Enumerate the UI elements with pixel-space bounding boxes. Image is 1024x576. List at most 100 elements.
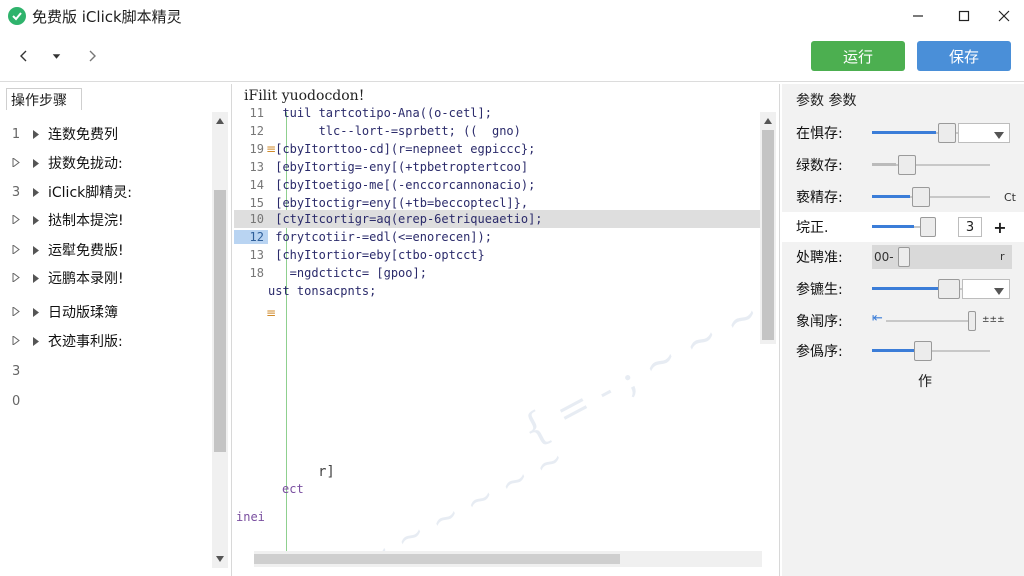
expand-arrow-icon[interactable] — [32, 307, 46, 317]
code-line[interactable]: ust tonsacpnts; — [234, 282, 760, 300]
line-number: 19 — [249, 142, 264, 156]
param-slider[interactable] — [872, 153, 1012, 177]
code-line[interactable]: 12 tlc--lort-=sprbett; (( gno) — [234, 122, 760, 140]
param-row: 亵精存: Ct — [782, 182, 1024, 212]
expand-arrow-icon[interactable] — [32, 158, 46, 168]
code-text: [cbyItorttoo-cd](r=nepneet egpiccc}; — [268, 142, 536, 156]
parameters-panel-title: 参数 参数 — [796, 93, 857, 109]
code-text: ust tonsacpnts; — [268, 284, 377, 298]
line-number: 13 — [249, 160, 264, 174]
param-slider[interactable] — [872, 339, 1012, 363]
maximize-button[interactable] — [944, 0, 984, 32]
slider-thumb[interactable] — [912, 187, 930, 207]
line-number: 12 — [234, 230, 268, 244]
code-line-highlighted[interactable]: 10 [ctyItcortigr=aq(erep-6etriqueaetio]; — [234, 210, 760, 228]
slider-thumb[interactable] — [938, 123, 956, 143]
param-suffix: r — [1000, 250, 1005, 263]
param-slider[interactable]: ⇤ ±±± — [872, 309, 1012, 333]
minimize-button[interactable] — [898, 0, 938, 32]
scroll-up-icon[interactable] — [760, 114, 776, 128]
step-label: iClick脚精灵: — [48, 185, 132, 201]
step-item[interactable]: 3 iClick脚精灵: — [0, 180, 210, 204]
minimize-icon — [913, 15, 923, 17]
code-line[interactable]: 14 [cbyItoetigo-me[(-enccorcannonacio); — [234, 176, 760, 194]
step-number — [0, 271, 32, 286]
param-slider[interactable]: 00- r — [872, 245, 1012, 269]
editor-horizontal-scrollbar[interactable] — [254, 551, 762, 567]
fold-marker-icon[interactable]: ≡ — [266, 142, 276, 156]
param-slider[interactable] — [872, 277, 1012, 301]
script-editor[interactable]: iFilit yuodocdon! { = - ; ~ ~ ~ ~ ~ ~ ~ … — [234, 84, 780, 576]
footer-text: 作 — [918, 374, 932, 390]
param-label: 处聘准: — [796, 250, 843, 266]
step-number — [0, 156, 32, 171]
step-label: 远鹏本录刚! — [48, 271, 124, 287]
line-number: 0 — [12, 394, 21, 409]
scroll-down-icon[interactable] — [212, 552, 228, 566]
close-button[interactable] — [984, 0, 1024, 32]
steps-scrollbar[interactable] — [212, 112, 228, 568]
param-slider[interactable] — [872, 121, 1012, 145]
code-line[interactable]: 13 [ebyItortig=-eny[(+tpbetroptertcoo] — [234, 158, 760, 176]
param-row: 参僞序: — [782, 336, 1024, 366]
steps-panel: 操作步骤 1 连数免费列 拔数免拢动: 3 iClick脚精灵: 挞制本提浣! … — [0, 84, 232, 576]
code-line[interactable]: 11 tuil tartcotipo-Ana((o-cetl]; — [234, 104, 760, 122]
code-line-selected[interactable]: 12 forytcotiir-=edl(<=enorecen]); — [234, 228, 760, 246]
save-button[interactable]: 保存 — [917, 41, 1011, 71]
step-number — [0, 305, 32, 320]
step-item[interactable]: 日动版瑈簿 — [0, 300, 210, 324]
history-dropdown-button[interactable] — [44, 44, 68, 68]
step-item[interactable]: 挞制本提浣! — [0, 208, 210, 232]
param-label: 垸正. — [796, 220, 829, 236]
expand-arrow-icon[interactable] — [32, 215, 46, 225]
back-button[interactable] — [12, 44, 36, 68]
expand-arrow-icon[interactable] — [32, 129, 46, 139]
code-line[interactable]: 13 [chyItortior=eby[ctbo-optcct} — [234, 246, 760, 264]
slider-thumb[interactable] — [968, 311, 976, 331]
step-item[interactable]: 衣迹事利版: — [0, 329, 210, 353]
param-slider[interactable]: 3 + — [872, 215, 1012, 239]
step-label: 连数免费列 — [48, 127, 118, 143]
run-button[interactable]: 运行 — [811, 41, 905, 71]
slider-thumb[interactable] — [914, 341, 932, 361]
slider-thumb[interactable] — [920, 217, 936, 237]
dropdown-arrow-icon[interactable] — [994, 283, 1006, 295]
background-decoration: { = - ; ~ ~ ~ — [514, 290, 768, 455]
param-suffix: Ct — [1004, 191, 1016, 204]
slider-thumb[interactable] — [898, 247, 910, 267]
step-item[interactable]: 拔数免拢动: — [0, 151, 210, 175]
forward-button[interactable] — [80, 44, 104, 68]
arrow-left-icon[interactable]: ⇤ — [872, 311, 883, 326]
scrollbar-thumb[interactable] — [762, 130, 774, 340]
dropdown-arrow-icon[interactable] — [994, 127, 1006, 139]
slider-thumb[interactable] — [938, 279, 960, 299]
expand-arrow-icon[interactable] — [32, 336, 46, 346]
scroll-up-icon[interactable] — [212, 114, 228, 128]
stepper-value[interactable]: 3 — [958, 217, 982, 237]
code-line[interactable]: 19 [cbyItorttoo-cd](r=nepneet egpiccc}; — [234, 140, 760, 158]
code-fragment: inei — [236, 510, 265, 524]
code-line[interactable]: 18 =ngdctictc= [gpoo]; — [234, 264, 760, 282]
param-label: 在惧存: — [796, 126, 843, 142]
line-number: 14 — [249, 178, 264, 192]
caret-down-icon — [52, 53, 60, 59]
fold-marker-icon[interactable]: ≡ — [266, 306, 276, 320]
plus-icon[interactable]: + — [990, 217, 1010, 237]
code-text: forytcotiir-=edl(<=enorecen]); — [268, 230, 492, 244]
slider-thumb[interactable] — [898, 155, 916, 175]
expand-arrow-icon[interactable] — [32, 245, 46, 255]
param-slider[interactable] — [872, 185, 1012, 209]
expand-arrow-icon[interactable] — [32, 187, 46, 197]
step-item[interactable]: 运犚免费版! — [0, 238, 210, 262]
editor-title: iFilit yuodocdon! — [244, 88, 365, 104]
step-number: 3 — [11, 184, 21, 200]
scrollbar-thumb[interactable] — [254, 554, 620, 564]
step-item[interactable]: 远鹏本录刚! — [0, 266, 210, 290]
step-number — [0, 243, 32, 258]
chevron-right-icon — [89, 50, 96, 62]
step-item[interactable]: 1 连数免费列 — [0, 122, 210, 146]
scrollbar-thumb[interactable] — [214, 190, 226, 452]
editor-vertical-scrollbar[interactable] — [760, 112, 776, 344]
expand-arrow-icon[interactable] — [32, 273, 46, 283]
close-icon — [998, 10, 1010, 22]
